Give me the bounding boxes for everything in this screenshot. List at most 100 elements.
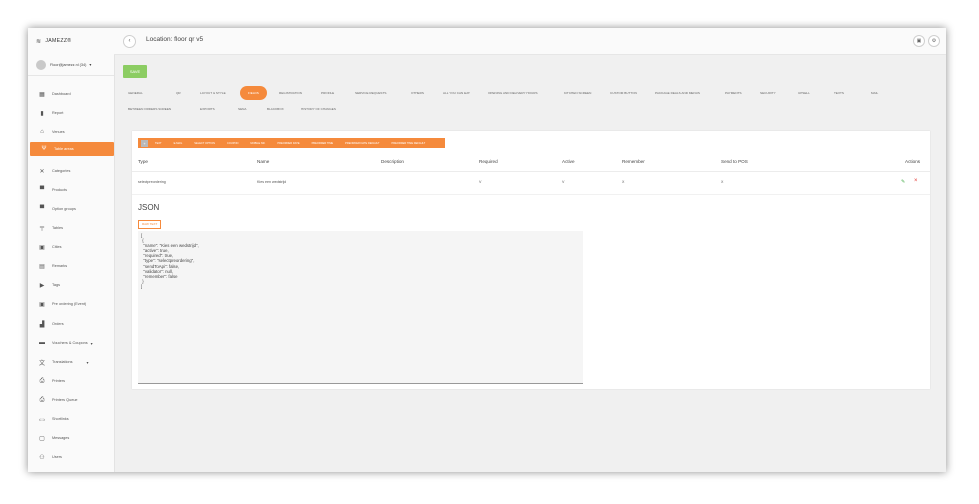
voucher-icon: ▬ [39, 340, 45, 346]
tab-between-orders-screen[interactable]: BETWEEN ORDERS SCREEN [128, 107, 171, 112]
raw-text-button[interactable]: RAW TEXT [138, 220, 162, 229]
column-remember: Remember [622, 159, 645, 164]
tab-opening-hours[interactable]: OPENING AND DELIVERY HOURS [488, 91, 538, 96]
sidebar-item-dashboard[interactable]: ▦ Dashboard [28, 87, 114, 101]
add-preorder-time-button[interactable]: PREORDER TIME [312, 142, 334, 145]
sidebar-item-label: Remarks [52, 264, 68, 268]
page-title: Location: floor qr v5 [146, 36, 204, 43]
add-preorder-time-default-button[interactable]: PREORDER TIME DEFAULT [392, 142, 426, 145]
json-section-title: JSON [138, 203, 160, 212]
tab-texts[interactable]: TEXTS [834, 91, 844, 96]
json-editor[interactable]: [ { "name": "Kies een wedstrijd", "activ… [138, 231, 583, 384]
dashboard-icon: ▦ [39, 91, 45, 98]
tab-qr[interactable]: QR [176, 91, 181, 96]
sidebar-item-categories[interactable]: ✕ Categories [28, 164, 114, 178]
user-name: Floor@jamezz.nl (34) [50, 62, 87, 67]
tab-service-requests[interactable]: SERVICE REQUESTS [355, 91, 386, 96]
tab-all-you-can-eat[interactable]: ALL YOU CAN EAT [443, 91, 470, 96]
edit-pencil-icon[interactable]: ✎ [901, 179, 905, 185]
sidebar-item-label: Translations [52, 360, 73, 364]
sidebar-item-pre-ordering[interactable]: ▣ Pre ordering (Event) [28, 297, 114, 311]
tab-fields[interactable]: FIELDS [240, 86, 267, 100]
utensils-icon: Ψ [41, 146, 47, 152]
tab-others[interactable]: OTHERS [411, 91, 424, 96]
sidebar-item-users[interactable]: ⚇ Users [28, 450, 114, 464]
tab-history-of-changes[interactable]: HISTORY OF CHANGES [301, 107, 336, 112]
sidebar-item-remarks[interactable]: ▤ Remarks [28, 259, 114, 273]
cell-remember: X [622, 180, 625, 184]
sidebar-item-vouchers[interactable]: ▬ Vouchers & Coupons ▾ [28, 336, 114, 350]
tab-security[interactable]: SECURITY [760, 91, 776, 96]
sidebar-item-label: Printers Queue [52, 398, 78, 402]
printer-icon: ⎙ [39, 377, 45, 384]
tab-general[interactable]: GENERAL [128, 91, 143, 96]
brand-name: JAMEZZ® [45, 38, 72, 44]
top-header: ‹ Location: floor qr v5 ▣ ⚙ [114, 28, 946, 55]
sidebar-item-orders[interactable]: ▟ Orders [28, 317, 114, 331]
sidebar-item-translations[interactable]: 文 Translations ▾ [28, 355, 114, 369]
cities-icon: ▣ [39, 244, 45, 251]
sidebar-item-shortlinks[interactable]: ⊂⊃ Shortlinks [28, 412, 114, 426]
sidebar-item-label: Users [52, 455, 62, 459]
sidebar-item-venues[interactable]: ⌂ Venues [28, 125, 114, 139]
avatar [36, 59, 46, 70]
sidebar-item-table-areas[interactable]: Ψ Table areas [30, 142, 114, 156]
add-preorder-date-default-button[interactable]: PREORDER DATE DEFAULT [345, 142, 379, 145]
sidebar-item-option-groups[interactable]: ▀ Option groups [28, 202, 114, 216]
tab-kitchen-screen[interactable]: KITCHEN SCREEN [564, 91, 591, 96]
tab-custom-button[interactable]: CUSTOM BUTTON [610, 91, 637, 96]
tab-registration[interactable]: REGISTRATION [279, 91, 302, 96]
add-icon[interactable]: + [141, 139, 148, 147]
tab-exports[interactable]: EXPORTS [200, 107, 215, 112]
back-arrow-icon[interactable]: ‹ [123, 35, 136, 48]
tables-icon: ╤ [39, 225, 45, 231]
tag-icon: ▶ [39, 282, 45, 289]
sidebar-item-label: Cities [52, 245, 62, 249]
add-text-field-button[interactable]: TEXT [155, 142, 162, 145]
orders-icon: ▟ [39, 321, 45, 328]
column-actions: Actions [905, 159, 921, 164]
sidebar-item-products[interactable]: ▀ Products [28, 183, 114, 197]
categories-icon: ✕ [39, 168, 45, 175]
tab-profile[interactable]: PROFILE [321, 91, 334, 96]
sidebar-item-label: Printers [52, 379, 66, 383]
sidebar-item-report[interactable]: ▮ Report [28, 106, 114, 120]
sidebar-item-tags[interactable]: ▶ Tags [28, 278, 114, 292]
tab-sena[interactable]: SENA [238, 107, 246, 112]
save-button[interactable]: SAVE [123, 65, 147, 78]
sidebar-item-printers[interactable]: ⎙ Printers [28, 374, 114, 388]
add-select-option-button[interactable]: SELECT OPTION [194, 142, 215, 145]
tab-mail[interactable]: MAIL [871, 91, 878, 96]
brand[interactable]: ≋ JAMEZZ® [28, 28, 114, 54]
add-email-field-button[interactable]: E-MAIL [174, 142, 183, 145]
tab-package-deals[interactable]: PACKAGE DEALS AND MENUS [655, 91, 700, 96]
sidebar-item-label: Products [52, 188, 67, 192]
sidebar-item-messages[interactable]: ▢ Messages [28, 431, 114, 445]
delete-x-icon[interactable]: × [914, 178, 918, 184]
tab-blackbox[interactable]: BLACKBOX [267, 107, 284, 112]
tab-upsell[interactable]: UPSELL [798, 91, 810, 96]
sidebar-item-tables[interactable]: ╤ Tables [28, 221, 114, 235]
link-icon: ⊂⊃ [38, 416, 46, 422]
sidebar-item-label: Pre ordering (Event) [52, 302, 87, 306]
column-required: Required [479, 159, 498, 164]
sidebar-item-cities[interactable]: ▣ Cities [28, 240, 114, 254]
column-description: Description [381, 159, 404, 164]
add-coupon-button[interactable]: COUPON [227, 142, 238, 145]
sidebar-item-printers-queue[interactable]: ⎙ Printers Queue [28, 393, 114, 407]
add-mobile-nr-button[interactable]: MOBILE NR. [250, 142, 265, 145]
cell-type: selectpreordering [138, 180, 166, 184]
cell-active: V [562, 180, 565, 184]
field-type-buttons: + TEXT E-MAIL SELECT OPTION COUPON MOBIL… [138, 138, 446, 148]
sidebar-item-label: Orders [52, 322, 64, 326]
user-menu[interactable]: Floor@jamezz.nl (34) ▾ [28, 54, 114, 76]
cell-name: Kies een wedstrijd [257, 180, 287, 184]
tab-layout-style[interactable]: LAYOUT & STYLE [200, 91, 226, 96]
add-preorder-date-button[interactable]: PREORDER DATE [277, 142, 299, 145]
tab-payments[interactable]: PAYMENTS [725, 91, 742, 96]
sidebar-item-label: Report [52, 111, 64, 115]
settings-icon[interactable]: ⚙ [928, 35, 940, 47]
caret-down-icon: ▾ [89, 62, 92, 67]
lock-icon[interactable]: ▣ [913, 35, 925, 47]
column-active: Active [562, 159, 575, 164]
